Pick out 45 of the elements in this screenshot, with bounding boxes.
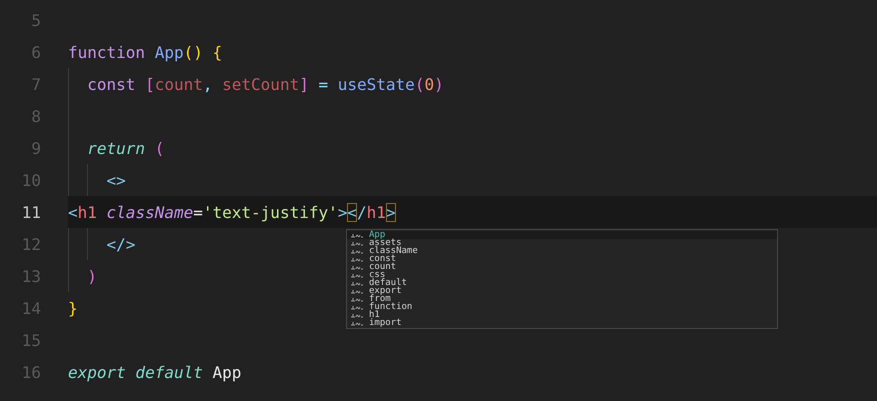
code-line: } [68, 298, 78, 318]
line-number: 9 [30, 138, 41, 158]
code-line: return ( [86, 138, 164, 158]
suggestion-item[interactable]: function [347, 303, 777, 311]
code-line: const [count, setCount] = useState(0) [86, 74, 444, 94]
word-icon [351, 240, 363, 246]
suggestion-item[interactable]: className [347, 247, 777, 255]
suggestion-item[interactable]: import [347, 319, 777, 327]
word-icon [351, 288, 363, 294]
line-number: 13 [20, 266, 41, 286]
line-number: 11 [20, 202, 41, 222]
line-number: 7 [30, 74, 41, 94]
code-line: </> [106, 234, 136, 254]
suggestion-item[interactable]: const [347, 255, 777, 263]
code-line: <> [106, 170, 126, 190]
code-line: ) [86, 266, 97, 286]
word-icon [351, 256, 363, 262]
word-icon [351, 320, 363, 326]
word-icon [351, 312, 363, 318]
code-line: function App() { [68, 42, 222, 62]
word-icon [351, 264, 363, 270]
suggestion-item[interactable]: assets [347, 239, 777, 247]
line-number: 15 [20, 330, 41, 350]
line-number: 5 [30, 10, 41, 30]
suggestion-item[interactable]: default [347, 279, 777, 287]
word-icon [351, 296, 363, 302]
suggestion-item[interactable]: App [347, 231, 777, 239]
code-line: <h1 className='text-justify'></h1> [68, 202, 396, 222]
line-number: 8 [30, 106, 41, 126]
suggestion-item[interactable]: css [347, 271, 777, 279]
word-icon [351, 232, 363, 238]
code-line: export default App [68, 362, 242, 382]
line-number: 16 [20, 362, 41, 382]
line-number: 14 [20, 298, 41, 318]
suggestion-item[interactable]: export [347, 287, 777, 295]
word-icon [351, 272, 363, 278]
line-number: 12 [20, 234, 41, 254]
suggestion-item[interactable]: count [347, 263, 777, 271]
line-number: 10 [20, 170, 41, 190]
line-number: 6 [30, 42, 41, 62]
word-icon [351, 280, 363, 286]
word-icon [351, 304, 363, 310]
suggestion-item[interactable]: h1 [347, 311, 777, 319]
suggestion-item[interactable]: from [347, 295, 777, 303]
word-icon [351, 248, 363, 254]
